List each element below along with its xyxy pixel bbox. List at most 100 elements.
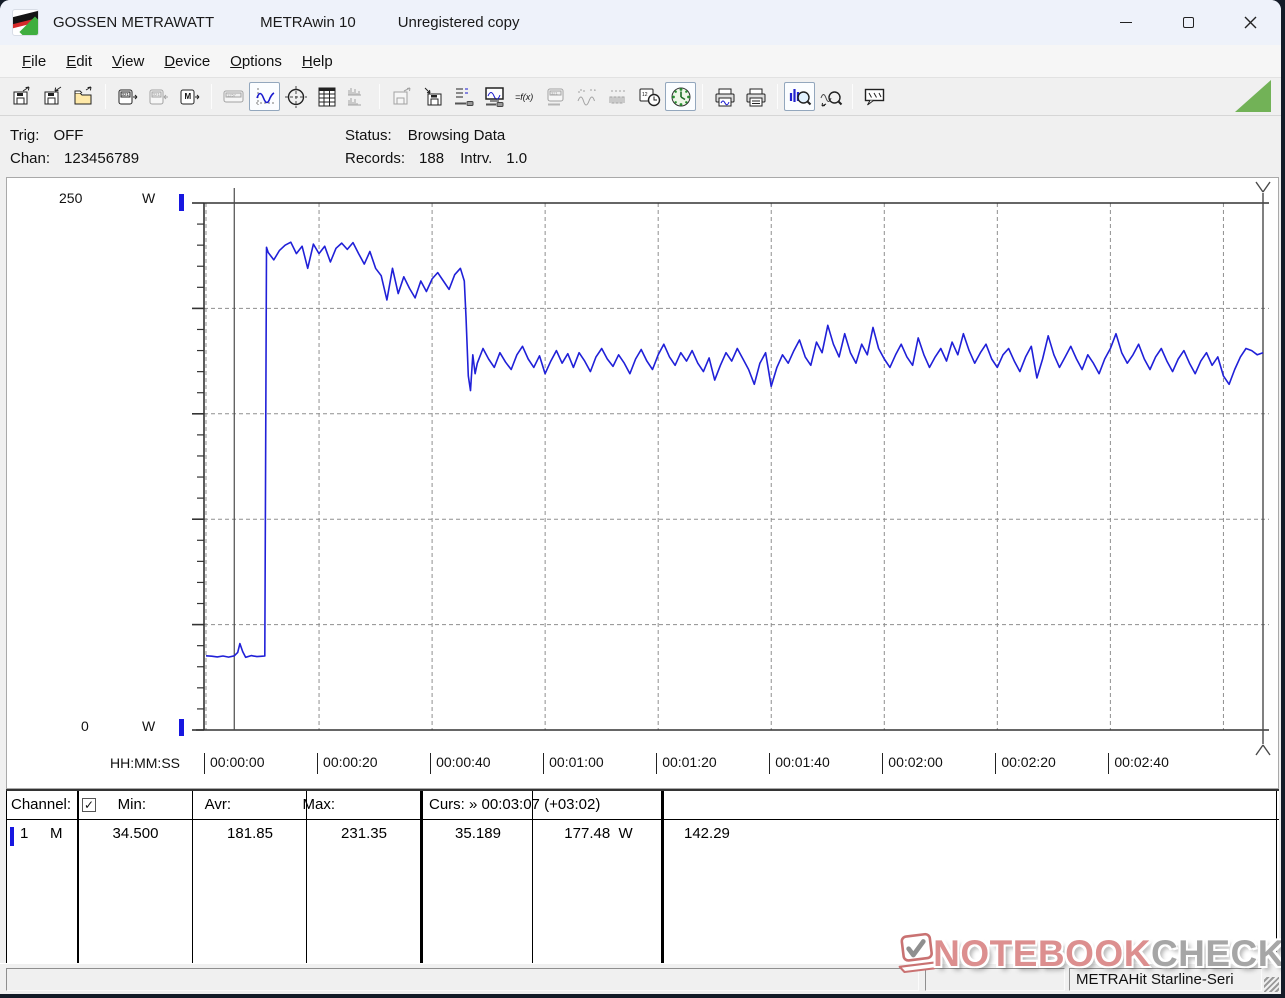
multimeter-display-icon: 1257 bbox=[218, 82, 249, 111]
file-save-icon[interactable] bbox=[37, 82, 68, 111]
svg-text:=f(x): =f(x) bbox=[515, 92, 533, 102]
max-header-label: Max: bbox=[285, 796, 335, 813]
titlebar: GOSSEN METRAWATT METRAwin 10 Unregistere… bbox=[0, 0, 1281, 45]
min-header-label: Min: bbox=[96, 796, 146, 813]
resize-grip[interactable] bbox=[1264, 977, 1279, 992]
toolbar-separator bbox=[777, 84, 778, 109]
x-tick-label: 00:02:40 bbox=[1108, 753, 1169, 774]
trigger-multi-icon bbox=[603, 82, 634, 111]
x-tick-label: 00:00:20 bbox=[317, 753, 378, 774]
print-preview-icon[interactable] bbox=[709, 82, 740, 111]
file-export-icon[interactable] bbox=[6, 82, 37, 111]
records-label: Records: bbox=[345, 147, 405, 170]
svg-text:321: 321 bbox=[121, 92, 129, 97]
channel-header-label: Channel: bbox=[11, 796, 71, 813]
table-column-border bbox=[306, 791, 307, 963]
status-value: Browsing Data bbox=[408, 127, 506, 144]
zoom-in-icon[interactable] bbox=[784, 82, 815, 111]
x-tick-label: 00:01:40 bbox=[769, 753, 830, 774]
svg-text:321: 321 bbox=[152, 92, 160, 97]
view-histogram-icon bbox=[342, 82, 373, 111]
record-data-icon[interactable] bbox=[417, 82, 448, 111]
gossen-metrawatt-logo-icon bbox=[12, 9, 39, 36]
statusbar-segment-main bbox=[6, 968, 919, 991]
title-license: Unregistered copy bbox=[398, 14, 520, 31]
menu-options[interactable]: Options bbox=[220, 49, 292, 74]
infobar: Trig:OFF Chan:123456789 Status:Browsing … bbox=[0, 116, 1281, 177]
y-unit-top-label: W bbox=[142, 190, 155, 206]
maximize-button[interactable] bbox=[1157, 0, 1219, 45]
chan-value: 123456789 bbox=[64, 150, 139, 167]
chart-panel[interactable]: 250 W 0 W HH:MM:SS 00:00:0000:00:2000:00… bbox=[6, 177, 1279, 789]
cursor2-bottom-handle bbox=[1256, 745, 1270, 755]
interval-value: 1.0 bbox=[506, 150, 527, 167]
cursor2-top-handle bbox=[1256, 182, 1270, 192]
title-app-name: METRAwin 10 bbox=[260, 14, 356, 31]
display-config-icon[interactable] bbox=[479, 82, 510, 111]
x-tick-label: 00:01:00 bbox=[543, 753, 604, 774]
menu-device[interactable]: Device bbox=[154, 49, 220, 74]
channel-mode: M bbox=[50, 825, 63, 842]
x-tick-label: 00:02:00 bbox=[882, 753, 943, 774]
file-open-icon[interactable] bbox=[68, 82, 99, 111]
y-unit-bottom-label: W bbox=[142, 718, 155, 734]
channel-table: Channel: ✓ Min: Avr: Max: Curs: » 00:03:… bbox=[6, 789, 1279, 963]
annotation-icon[interactable] bbox=[859, 82, 890, 111]
channel-id: 1 bbox=[20, 825, 28, 842]
time-sync-icon[interactable]: 12 bbox=[634, 82, 665, 111]
view-curve-icon[interactable] bbox=[249, 82, 280, 111]
menu-file[interactable]: File bbox=[12, 49, 56, 74]
avr-value: 181.85 bbox=[193, 825, 307, 842]
menu-view[interactable]: View bbox=[102, 49, 154, 74]
table-column-border bbox=[532, 791, 533, 963]
channel-visible-checkbox[interactable]: ✓ bbox=[82, 798, 96, 812]
device-settings-icon: 321 bbox=[541, 82, 572, 111]
cursor-header-label: Curs: » 00:03:07 (+03:02) bbox=[429, 796, 600, 813]
table-column-border bbox=[192, 791, 193, 963]
device-memory-icon[interactable]: M bbox=[174, 82, 205, 111]
statusbar: METRAHit Starline-Seri bbox=[0, 963, 1281, 994]
table-column-border bbox=[661, 791, 664, 963]
view-xy-icon[interactable] bbox=[280, 82, 311, 111]
toolbar-separator bbox=[211, 84, 212, 109]
formula-icon[interactable]: =f(x) bbox=[510, 82, 541, 111]
minimize-icon bbox=[1120, 22, 1132, 23]
svg-text:321: 321 bbox=[551, 90, 558, 95]
records-value: 188 bbox=[419, 150, 444, 167]
close-icon bbox=[1244, 16, 1257, 29]
toolbar: 321 321 M 1257 =f(x) 321 12 bbox=[0, 78, 1281, 116]
menu-edit[interactable]: Edit bbox=[56, 49, 102, 74]
print-icon[interactable] bbox=[740, 82, 771, 111]
maximize-icon bbox=[1183, 17, 1194, 28]
channel-config-icon[interactable] bbox=[448, 82, 479, 111]
view-table-icon[interactable] bbox=[311, 82, 342, 111]
device-name: METRAHit Starline-Seri bbox=[1076, 971, 1234, 988]
cursor1-value: 35.189 bbox=[423, 825, 533, 842]
send-to-device-icon[interactable]: 321 bbox=[112, 82, 143, 111]
svg-text:1257: 1257 bbox=[227, 92, 237, 97]
app-window: GOSSEN METRAWATT METRAwin 10 Unregistere… bbox=[0, 0, 1281, 994]
svg-text:12: 12 bbox=[642, 92, 648, 98]
minimize-button[interactable] bbox=[1095, 0, 1157, 45]
title-vendor: GOSSEN METRAWATT bbox=[53, 14, 214, 31]
export-data-icon bbox=[386, 82, 417, 111]
trig-label: Trig: bbox=[10, 124, 39, 147]
zoom-out-icon[interactable] bbox=[815, 82, 846, 111]
y-range-marker bbox=[179, 194, 184, 211]
table-column-border bbox=[6, 791, 7, 963]
menu-help[interactable]: Help bbox=[292, 49, 343, 74]
table-column-border bbox=[1276, 791, 1277, 963]
trig-value: OFF bbox=[53, 127, 83, 144]
live-timer-icon[interactable] bbox=[665, 82, 696, 111]
read-from-device-icon: 321 bbox=[143, 82, 174, 111]
channel-color-bar bbox=[10, 827, 14, 846]
avr-header-label: Avr: bbox=[181, 796, 231, 813]
toolbar-separator bbox=[105, 84, 106, 109]
toolbar-separator bbox=[379, 84, 380, 109]
close-button[interactable] bbox=[1219, 0, 1281, 45]
power-trend-chart[interactable] bbox=[7, 178, 1280, 790]
x-tick-label: 00:00:00 bbox=[204, 753, 265, 774]
table-header-divider bbox=[6, 819, 1279, 820]
statusbar-device-segment: METRAHit Starline-Seri bbox=[1069, 968, 1262, 991]
cursor2-value: 177.48 W bbox=[535, 825, 662, 842]
